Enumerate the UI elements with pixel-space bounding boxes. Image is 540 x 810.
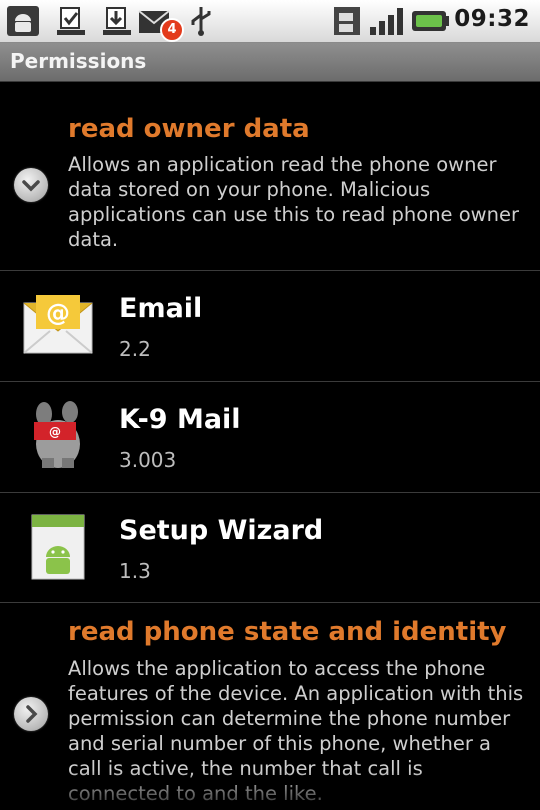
expand-button[interactable] xyxy=(14,697,48,731)
download-icon xyxy=(103,7,131,35)
scroll-fade xyxy=(0,770,540,810)
permission-read-owner-data[interactable]: read owner data Allows an application re… xyxy=(0,82,540,270)
chevron-right-icon xyxy=(26,705,38,723)
k9-mail-icon: @ xyxy=(34,401,80,468)
notification-badge: 4 xyxy=(160,18,184,42)
app-row-k9-mail[interactable]: @ K-9 Mail 3.003 xyxy=(0,382,540,492)
app-version: 3.003 xyxy=(119,448,177,472)
signal-icon xyxy=(370,8,403,35)
page-title: Permissions xyxy=(10,49,147,73)
permission-description: Allows an application read the phone own… xyxy=(68,153,520,251)
app-version: 2.2 xyxy=(119,337,151,361)
usb-icon xyxy=(191,7,211,36)
app-name: Setup Wizard xyxy=(119,515,324,546)
email-icon: @ xyxy=(23,295,93,354)
app-row-setup-wizard[interactable]: Setup Wizard 1.3 xyxy=(0,493,540,603)
collapse-button[interactable] xyxy=(14,168,48,202)
chevron-down-icon xyxy=(22,180,40,192)
app-name: K-9 Mail xyxy=(119,404,241,435)
app-row-email[interactable]: @ Email 2.2 xyxy=(0,271,540,381)
svg-text:@: @ xyxy=(49,425,61,439)
title-bar: Permissions xyxy=(0,43,540,82)
svg-text:@: @ xyxy=(46,299,70,327)
status-bar: 4 09:32 xyxy=(0,0,540,43)
app-version: 1.3 xyxy=(119,559,151,583)
permission-title: read phone state and identity xyxy=(68,617,507,647)
clock: 09:32 xyxy=(454,6,530,32)
permission-title: read owner data xyxy=(68,114,310,144)
sim-icon xyxy=(334,7,360,35)
battery-icon xyxy=(412,11,449,31)
app-name: Email xyxy=(119,293,203,324)
setup-wizard-icon xyxy=(31,514,85,580)
download-icon xyxy=(57,7,85,35)
android-icon xyxy=(7,6,39,36)
